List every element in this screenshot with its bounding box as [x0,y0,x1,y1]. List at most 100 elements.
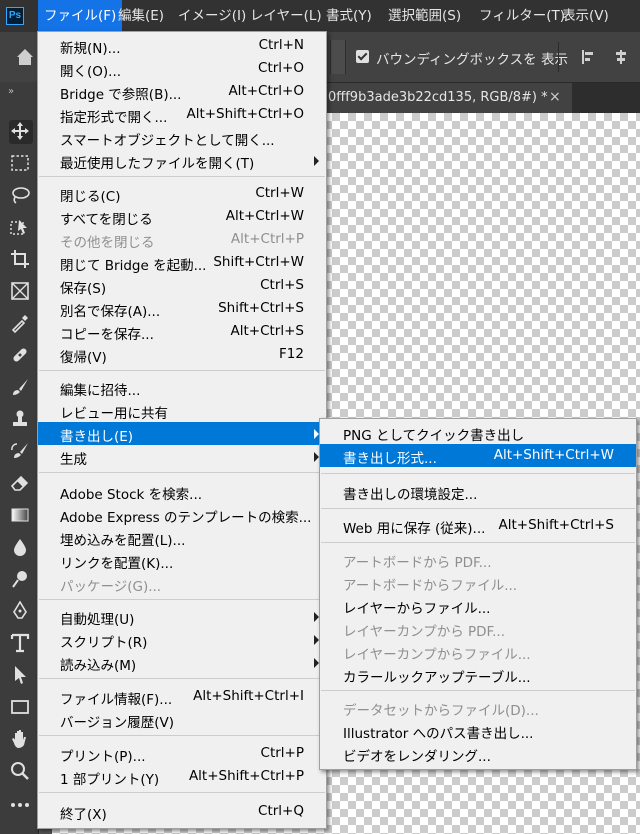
menu-item-revert[interactable]: 復帰(V) F12 [38,343,326,366]
menu-item-artboards-to-pdf: アートボードから PDF... [343,555,492,571]
lasso-tool-icon[interactable] [9,184,33,208]
menubar-select[interactable]: 選択範囲(S) [382,0,467,32]
align-left-icon[interactable] [582,50,596,64]
align-center-icon[interactable] [614,50,628,64]
close-icon[interactable]: × [549,89,561,105]
clone-stamp-tool-icon[interactable] [9,408,33,432]
dodge-tool-icon[interactable] [9,568,33,592]
menu-separator [321,542,635,543]
menu-item-close-all[interactable]: すべてを閉じる Alt+Ctrl+W [38,205,326,228]
menu-item-open-recent[interactable]: 最近使用したファイルを開く(T) [38,149,326,172]
menu-item-import[interactable]: 読み込み(M) [38,651,326,674]
menu-item-exit[interactable]: 終了(X) Ctrl+Q [38,800,326,823]
menu-item-place-embedded[interactable]: 埋め込みを配置(L)... [38,526,326,549]
menu-item-export-preferences[interactable]: 書き出しの環境設定... [320,480,636,503]
menu-item-save-as[interactable]: 別名で保存(A)... Shift+Ctrl+S [38,297,326,320]
menu-item-open-as[interactable]: 指定形式で開く... Alt+Shift+Ctrl+O [38,103,326,126]
menu-item-version-history[interactable]: バージョン履歴(V) [38,708,326,731]
menu-separator [39,735,325,736]
rectangle-tool-icon[interactable] [9,696,33,720]
menu-item-search-adobe-stock[interactable]: Adobe Stock を検索... [38,480,326,503]
menubar: Ps ファイル(F) 編集(E) イメージ(I) レイヤー(L) 書式(Y) 選… [0,0,640,32]
photoshop-logo: Ps [6,7,24,25]
options-separator [558,42,559,72]
menu-item-save-copy[interactable]: コピーを保存... Alt+Ctrl+S [38,320,326,343]
menu-separator [39,678,325,679]
show-bounding-box-checkbox[interactable] [356,50,369,63]
type-tool-icon[interactable] [9,632,33,656]
gradient-tool-icon[interactable] [9,504,33,528]
menu-item-save[interactable]: 保存(S) Ctrl+S [38,274,326,297]
menu-item-package: パッケージ(G)... [60,579,162,595]
menu-item-export-as[interactable]: 書き出し形式... Alt+Shift+Ctrl+W [320,444,636,467]
menu-item-generate[interactable]: 生成 [38,445,326,468]
menu-item-new[interactable]: 新規(N)... Ctrl+N [38,34,326,57]
menu-item-share-for-review[interactable]: レビュー用に共有 [38,399,326,422]
menubar-file[interactable]: ファイル(F) [38,0,123,32]
options-divider [330,40,346,74]
blur-tool-icon[interactable] [9,536,33,560]
menubar-layer[interactable]: レイヤー(L) [244,0,328,32]
submenu-arrow-icon [314,156,319,166]
menu-separator [321,690,635,691]
crop-tool-icon[interactable] [9,248,33,272]
menu-separator [321,473,635,474]
menu-item-quick-export-png[interactable]: PNG としてクイック書き出し [320,421,636,444]
menubar-view[interactable]: 表示(V) [556,0,615,32]
show-bounding-box-label: バウンディングボックスを 表示 [376,52,568,68]
menu-item-close[interactable]: 閉じる(C) Ctrl+W [38,182,326,205]
menu-item-scripts[interactable]: スクリプト(R) [38,628,326,651]
menu-separator [39,599,325,600]
menu-item-data-sets-to-files: データセットからファイル(D)... [343,703,539,719]
path-select-tool-icon[interactable] [9,664,33,688]
menu-item-close-others: その他を閉じる Alt+Ctrl+P [60,231,304,251]
menubar-image[interactable]: イメージ(I) [172,0,252,32]
eraser-tool-icon[interactable] [9,472,33,496]
document-tab-label: 0fff9b3ade3b22cd135, RGB/8#) * [328,90,548,105]
menu-item-layers-to-files[interactable]: レイヤーからファイル... [320,594,636,617]
menu-item-save-for-web[interactable]: Web 用に保存 (従来)... Alt+Shift+Ctrl+S [320,514,636,537]
menu-item-layer-comps-to-pdf: レイヤーカンプから PDF... [343,624,505,640]
menu-separator [321,508,635,509]
menu-item-invite-to-edit[interactable]: 編集に招待... [38,376,326,399]
menu-item-print-one-copy[interactable]: 1 部プリント(Y) Alt+Shift+Ctrl+P [38,765,326,788]
menu-item-open-smart-object[interactable]: スマートオブジェクトとして開く... [38,126,326,149]
menu-item-render-video[interactable]: ビデオをレンダリング... [320,742,636,765]
menu-item-paths-to-illustrator[interactable]: Illustrator へのパス書き出し... [320,719,636,742]
home-icon[interactable] [14,46,36,68]
export-submenu: PNG としてクイック書き出し 書き出し形式... Alt+Shift+Ctrl+… [319,418,637,770]
eyedropper-tool-icon[interactable] [9,312,33,336]
frame-tool-icon[interactable] [9,280,33,304]
menu-separator [39,370,325,371]
menu-item-file-info[interactable]: ファイル情報(F)... Alt+Shift+Ctrl+I [38,685,326,708]
file-menu: 新規(N)... Ctrl+N 開く(O)... Ctrl+O Bridge で参照… [37,31,327,829]
more-tools-icon[interactable] [9,794,33,818]
menu-item-browse-bridge[interactable]: Bridge で参照(B)... Alt+Ctrl+O [38,80,326,103]
brush-tool-icon[interactable] [9,376,33,400]
menu-item-color-lookup-tables[interactable]: カラールックアップテーブル... [320,663,636,686]
healing-brush-tool-icon[interactable] [9,344,33,368]
history-brush-tool-icon[interactable] [9,440,33,464]
menu-item-open[interactable]: 開く(O)... Ctrl+O [38,57,326,80]
zoom-tool-icon[interactable] [9,760,33,784]
toolbar-grip[interactable]: » [8,86,14,97]
menu-item-print[interactable]: プリント(P)... Ctrl+P [38,742,326,765]
menu-item-layer-comps-to-files: レイヤーカンプからファイル... [343,647,531,663]
menu-item-automate[interactable]: 自動処理(U) [38,605,326,628]
menu-item-search-express-templates[interactable]: Adobe Express のテンプレートの検索... [38,503,326,526]
menu-item-artboards-to-files: アートボードからファイル... [343,578,518,594]
hand-tool-icon[interactable] [9,728,33,752]
menu-item-export[interactable]: 書き出し(E) [38,422,326,445]
menu-separator [39,792,325,793]
marquee-tool-icon[interactable] [9,152,33,176]
object-select-tool-icon[interactable] [9,216,33,240]
menu-separator [39,176,325,177]
toolbar: » [0,82,39,834]
menu-item-close-go-bridge[interactable]: 閉じて Bridge を起動... Shift+Ctrl+W [38,251,326,274]
menubar-edit[interactable]: 編集(E) [112,0,170,32]
pen-tool-icon[interactable] [9,600,33,624]
menu-separator [39,472,325,473]
menu-item-place-linked[interactable]: リンクを配置(K)... [38,549,326,572]
move-tool-icon[interactable] [9,120,33,144]
menubar-type[interactable]: 書式(Y) [320,0,378,32]
